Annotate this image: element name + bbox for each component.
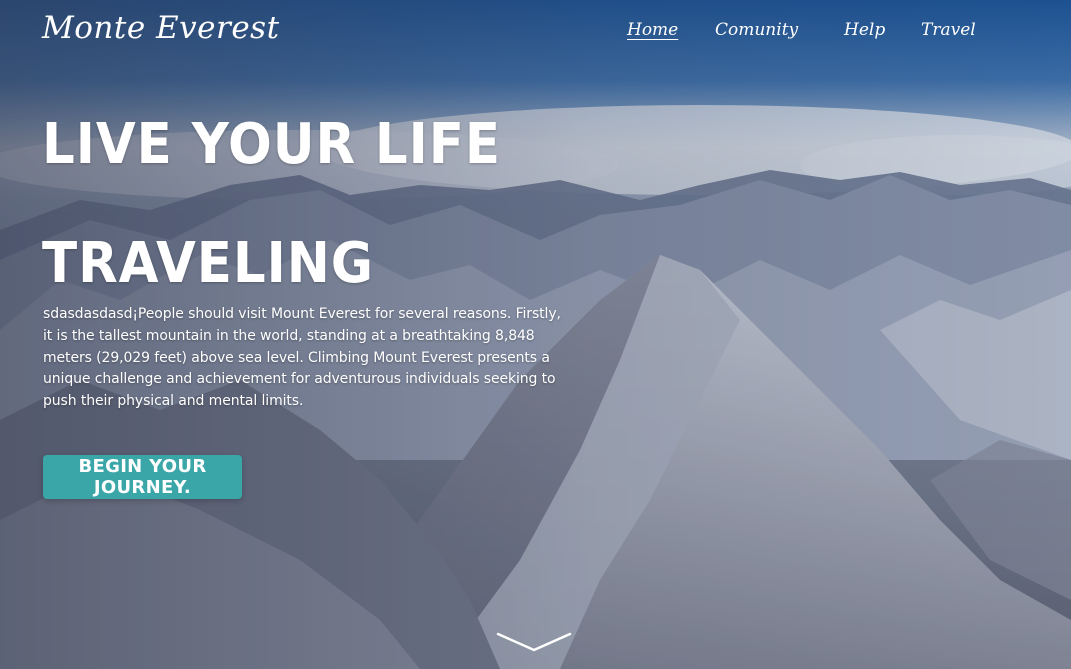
begin-journey-button[interactable]: BEGIN YOUR JOURNEY. <box>43 455 242 499</box>
hero-section: Monte Everest Home Comunity Help Travel … <box>0 0 1071 669</box>
chevron-down-icon[interactable] <box>496 630 572 654</box>
hero-headline-line-2: TRAVELING <box>42 231 374 296</box>
main-nav: Home Comunity Help Travel <box>0 20 1071 50</box>
site-header: Monte Everest Home Comunity Help Travel <box>0 0 1071 70</box>
nav-link-travel[interactable]: Travel <box>921 20 976 40</box>
nav-link-comunity[interactable]: Comunity <box>715 20 798 40</box>
hero-description: sdasdasdasd¡People should visit Mount Ev… <box>43 306 561 410</box>
nav-link-help[interactable]: Help <box>844 20 885 40</box>
nav-link-home[interactable]: Home <box>627 20 678 40</box>
hero-headline-line-1: LIVE YOUR LIFE <box>42 112 501 177</box>
